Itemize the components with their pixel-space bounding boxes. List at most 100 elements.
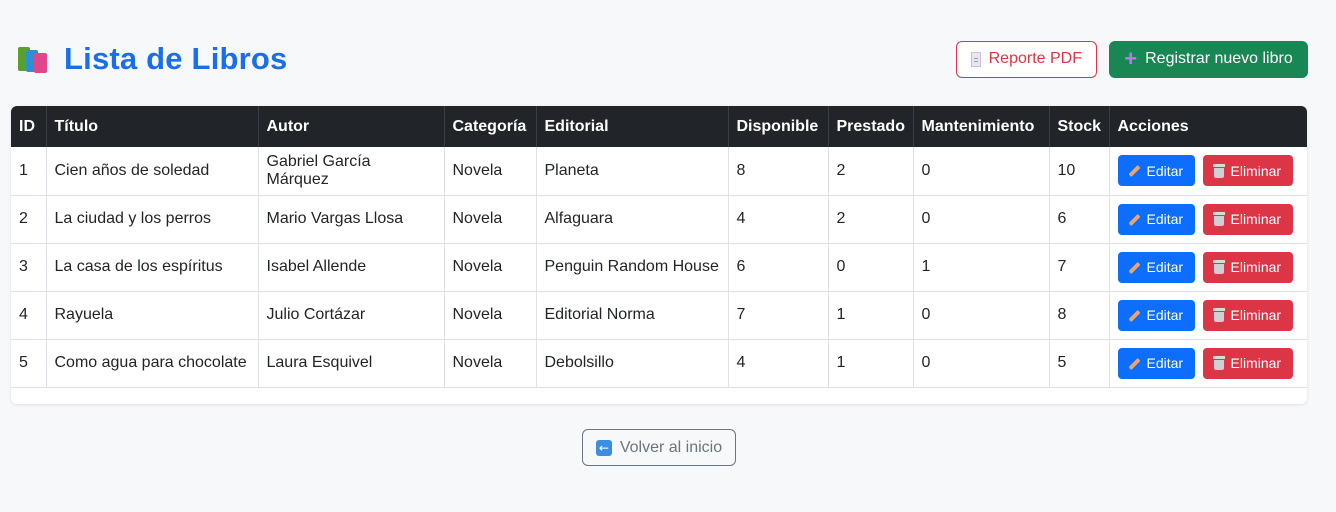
- cell-actions: Editar Eliminar: [1109, 243, 1307, 292]
- delete-button[interactable]: Eliminar: [1202, 203, 1293, 235]
- register-book-button[interactable]: + Registrar nuevo libro: [1109, 40, 1308, 78]
- cell-maintenance: 1: [913, 243, 1050, 292]
- pencil-icon: [1128, 164, 1141, 177]
- pdf-report-button[interactable]: Reporte PDF: [956, 40, 1097, 78]
- cell-borrowed: 2: [828, 147, 914, 196]
- books-table-card: ID Título Autor Categoría Editorial Disp…: [11, 106, 1307, 404]
- back-home-button[interactable]: ← Volver al inicio: [582, 429, 736, 466]
- edit-label: Editar: [1146, 211, 1184, 227]
- table-row: 3 La casa de los espíritus Isabel Allend…: [11, 243, 1307, 292]
- cell-title: Rayuela: [46, 291, 259, 340]
- column-header-available: Disponible: [728, 106, 829, 147]
- title-group: Lista de Libros: [16, 41, 287, 77]
- delete-button[interactable]: Eliminar: [1202, 299, 1293, 331]
- cell-author: Mario Vargas Llosa: [258, 195, 445, 244]
- cell-available: 8: [728, 147, 829, 196]
- cell-publisher: Alfaguara: [536, 195, 729, 244]
- delete-label: Eliminar: [1230, 307, 1282, 323]
- cell-stock: 5: [1049, 339, 1110, 388]
- table-row: 4 Rayuela Julio Cortázar Novela Editoria…: [11, 291, 1307, 340]
- cell-available: 6: [728, 243, 829, 292]
- page-title: Lista de Libros: [64, 41, 288, 76]
- edit-button[interactable]: Editar: [1117, 299, 1195, 331]
- cell-publisher: Penguin Random House: [536, 243, 729, 292]
- delete-label: Eliminar: [1230, 355, 1282, 371]
- cell-actions: Editar Eliminar: [1109, 339, 1307, 388]
- cell-publisher: Planeta: [536, 147, 729, 196]
- cell-category: Novela: [444, 147, 537, 196]
- cell-category: Novela: [444, 339, 537, 388]
- trash-icon: [1212, 163, 1225, 178]
- edit-button[interactable]: Editar: [1117, 203, 1195, 235]
- table-row: 2 La ciudad y los perros Mario Vargas Ll…: [11, 195, 1307, 244]
- cell-id: 2: [11, 195, 47, 244]
- cell-actions: Editar Eliminar: [1109, 195, 1307, 244]
- table-row: 1 Cien años de soledad Gabriel García Má…: [11, 147, 1307, 196]
- page-header: Lista de Libros Reporte PDF + Registrar …: [16, 36, 1308, 82]
- column-header-category: Categoría: [444, 106, 537, 147]
- edit-label: Editar: [1146, 307, 1184, 323]
- edit-label: Editar: [1146, 355, 1184, 371]
- trash-icon: [1212, 308, 1225, 322]
- column-header-stock: Stock: [1049, 106, 1110, 147]
- edit-label: Editar: [1146, 162, 1184, 179]
- column-header-title: Título: [46, 106, 259, 147]
- back-arrow-icon: ←: [595, 439, 612, 456]
- edit-button[interactable]: Editar: [1117, 155, 1195, 187]
- cell-actions: Editar Eliminar: [1109, 147, 1307, 196]
- cell-category: Novela: [444, 291, 537, 340]
- cell-author: Laura Esquivel: [258, 339, 445, 388]
- cell-title: Como agua para chocolate: [46, 339, 259, 388]
- delete-label: Eliminar: [1230, 162, 1282, 179]
- edit-label: Editar: [1146, 259, 1184, 275]
- pencil-icon: [1128, 213, 1141, 226]
- cell-id: 4: [11, 291, 47, 340]
- column-header-id: ID: [11, 106, 47, 147]
- cell-borrowed: 1: [828, 291, 914, 340]
- cell-maintenance: 0: [913, 291, 1050, 340]
- books-table: ID Título Autor Categoría Editorial Disp…: [11, 106, 1307, 388]
- cell-actions: Editar Eliminar: [1109, 291, 1307, 340]
- books-icon: [16, 43, 50, 75]
- cell-author: Julio Cortázar: [258, 291, 445, 340]
- cell-stock: 10: [1049, 147, 1110, 196]
- trash-icon: [1212, 260, 1225, 274]
- cell-maintenance: 0: [913, 195, 1050, 244]
- delete-button[interactable]: Eliminar: [1202, 347, 1293, 379]
- cell-id: 3: [11, 243, 47, 292]
- column-header-actions: Acciones: [1109, 106, 1307, 147]
- column-header-borrowed: Prestado: [828, 106, 914, 147]
- cell-category: Novela: [444, 243, 537, 292]
- cell-title: La ciudad y los perros: [46, 195, 259, 244]
- register-book-label: Registrar nuevo libro: [1145, 50, 1293, 67]
- document-icon: [971, 51, 981, 67]
- cell-publisher: Debolsillo: [536, 339, 729, 388]
- delete-button[interactable]: Eliminar: [1202, 251, 1293, 283]
- column-header-publisher: Editorial: [536, 106, 729, 147]
- trash-icon: [1212, 356, 1225, 370]
- pdf-report-label: Reporte PDF: [988, 50, 1082, 67]
- cell-author: Gabriel García Márquez: [258, 147, 445, 196]
- back-home-label: Volver al inicio: [619, 438, 723, 456]
- pencil-icon: [1128, 309, 1141, 322]
- cell-id: 1: [11, 147, 47, 196]
- cell-available: 4: [728, 339, 829, 388]
- delete-label: Eliminar: [1230, 259, 1282, 275]
- cell-maintenance: 0: [913, 339, 1050, 388]
- cell-stock: 6: [1049, 195, 1110, 244]
- column-header-author: Autor: [258, 106, 445, 147]
- edit-button[interactable]: Editar: [1117, 347, 1195, 379]
- cell-title: La casa de los espíritus: [46, 243, 259, 292]
- cell-stock: 8: [1049, 291, 1110, 340]
- delete-button[interactable]: Eliminar: [1202, 155, 1293, 187]
- cell-available: 7: [728, 291, 829, 340]
- cell-available: 4: [728, 195, 829, 244]
- plus-icon: +: [1124, 46, 1138, 71]
- cell-publisher: Editorial Norma: [536, 291, 729, 340]
- column-header-maintenance: Mantenimiento: [913, 106, 1050, 147]
- cell-title: Cien años de soledad: [46, 147, 259, 196]
- edit-button[interactable]: Editar: [1117, 251, 1195, 283]
- cell-borrowed: 1: [828, 339, 914, 388]
- trash-icon: [1212, 212, 1225, 226]
- cell-id: 5: [11, 339, 47, 388]
